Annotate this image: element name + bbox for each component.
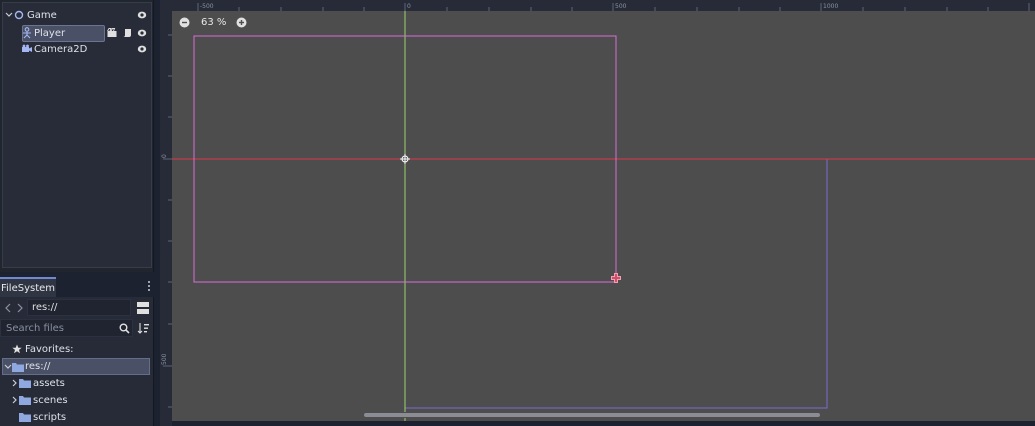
kebab-menu-icon[interactable]	[146, 280, 152, 292]
folder-item-scripts[interactable]: scripts	[2, 409, 150, 426]
tree-item-label: Game	[27, 9, 57, 21]
zoom-level-label[interactable]: 63 %	[201, 17, 226, 28]
sort-icon[interactable]	[137, 322, 149, 334]
camera-icon	[22, 44, 32, 52]
ruler-label: 500	[615, 3, 627, 10]
ruler-label: 1000	[823, 3, 838, 10]
canvas-drawing[interactable]: -500 0 500 1000 0 500	[160, 0, 1035, 426]
top-ruler[interactable]	[160, 0, 1035, 11]
folder-icon	[19, 413, 31, 422]
tree-item-game[interactable]: Game	[3, 7, 151, 23]
visibility-eye-icon[interactable]	[137, 44, 147, 54]
zoom-in-icon[interactable]	[236, 17, 247, 28]
folder-label: scenes	[33, 395, 68, 406]
filesystem-dock: FileSystem res:// Favorites: res://	[0, 275, 154, 426]
open-scene-icon[interactable]	[107, 28, 117, 38]
ruler-label: 0	[407, 3, 411, 10]
folder-label: scripts	[33, 412, 67, 423]
collapse-arrow-icon[interactable]	[5, 11, 13, 19]
search-icon	[119, 323, 130, 334]
favorites-label: Favorites:	[25, 344, 74, 355]
folder-icon	[19, 396, 31, 405]
zoom-out-icon[interactable]	[179, 17, 190, 28]
forward-arrow-icon[interactable]	[16, 303, 24, 313]
ruler-label: 500	[161, 353, 168, 365]
dock-tab-bar: FileSystem	[0, 275, 154, 297]
back-arrow-icon[interactable]	[4, 303, 12, 313]
tree-item-label: Player	[34, 27, 66, 39]
canvas-viewport[interactable]: -500 0 500 1000 0 500 63 %	[160, 0, 1035, 426]
file-tree: Favorites: res:// assets scenes scripts	[2, 339, 150, 426]
editor-window: Game Player Camera2D FileSystem res:// S…	[0, 0, 1035, 426]
search-files-input[interactable]	[0, 319, 133, 337]
path-field[interactable]: res://	[27, 299, 131, 316]
folder-icon	[12, 363, 24, 372]
collapse-arrow-icon[interactable]	[4, 363, 12, 371]
ruler-label: 0	[161, 154, 168, 158]
folder-label: assets	[33, 378, 65, 389]
path-nav-row: res://	[0, 298, 154, 317]
ruler-label: -500	[200, 3, 214, 10]
folder-label: res://	[25, 361, 51, 372]
favorites-item[interactable]: Favorites:	[2, 341, 150, 358]
search-row	[0, 319, 154, 337]
script-icon[interactable]	[122, 28, 132, 38]
tree-item-camera2d[interactable]: Camera2D	[3, 41, 151, 57]
folder-icon	[19, 379, 31, 388]
folder-item-res[interactable]: res://	[2, 358, 150, 375]
kinematic-body-icon	[23, 27, 31, 39]
split-view-icon[interactable]	[137, 302, 149, 314]
canvas-area[interactable]	[172, 11, 1035, 421]
visibility-eye-icon[interactable]	[137, 10, 147, 20]
visibility-eye-icon[interactable]	[137, 28, 147, 38]
expand-arrow-icon[interactable]	[11, 379, 19, 387]
node2d-icon	[14, 10, 24, 20]
scene-dock: Game Player Camera2D	[0, 0, 154, 272]
tab-filesystem[interactable]: FileSystem	[0, 277, 56, 297]
horizontal-scrollbar-thumb[interactable]	[364, 413, 820, 417]
folder-item-assets[interactable]: assets	[2, 375, 150, 392]
tree-item-label: Camera2D	[34, 43, 88, 55]
expand-arrow-icon[interactable]	[11, 396, 19, 404]
scene-tree: Game Player Camera2D	[2, 2, 152, 268]
tree-item-player[interactable]: Player	[3, 25, 151, 41]
star-icon	[12, 344, 22, 354]
folder-item-scenes[interactable]: scenes	[2, 392, 150, 409]
